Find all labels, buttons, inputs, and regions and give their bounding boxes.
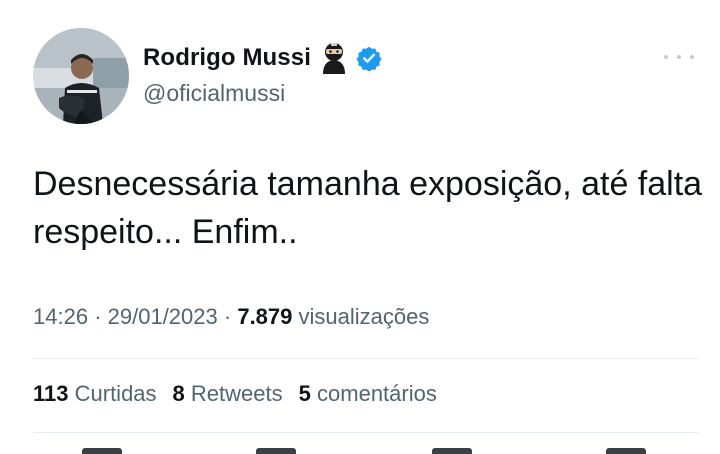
author-handle[interactable]: @oficialmussi [143, 80, 285, 107]
views-count: 7.879 [237, 304, 293, 329]
share-icon[interactable] [606, 448, 646, 454]
avatar[interactable] [33, 28, 129, 124]
display-name[interactable]: Rodrigo Mussi [143, 44, 311, 72]
retweets-count: 8 [172, 381, 185, 406]
comments-count: 5 [298, 381, 311, 406]
likes-label: Curtidas [74, 381, 157, 406]
like-icon[interactable] [432, 448, 472, 454]
likes-stat[interactable]: 113 Curtidas [33, 381, 157, 407]
retweets-label: Retweets [190, 381, 283, 406]
tweet-metadata: 14:26 · 29/01/2023 · 7.879 visualizações [33, 304, 429, 330]
engagement-stats: 113 Curtidas 8 Retweets 5 comentários [33, 381, 437, 407]
comments-stat[interactable]: 5 comentários [299, 381, 437, 407]
meta-separator: · [94, 304, 102, 329]
meta-separator: · [223, 304, 232, 329]
retweets-stat[interactable]: 8 Retweets [173, 381, 283, 407]
tweet-text: Desnecessária tamanha exposição, até fal… [33, 165, 703, 251]
tweet-time[interactable]: 14:26 [33, 304, 88, 329]
retweet-icon[interactable] [256, 448, 296, 454]
author-name-row: Rodrigo Mussi [143, 40, 382, 76]
likes-count: 113 [33, 381, 69, 406]
verified-badge-icon [356, 45, 382, 72]
action-bar [0, 446, 720, 454]
divider [33, 432, 698, 433]
views-label: visualizações [298, 304, 430, 329]
more-options-icon[interactable] [664, 52, 694, 62]
divider [33, 358, 698, 359]
avatar-photo [33, 28, 129, 124]
ninja-emoji-icon [317, 41, 351, 75]
reply-icon[interactable] [82, 448, 122, 454]
tweet-date[interactable]: 29/01/2023 [108, 304, 218, 329]
comments-label: comentários [317, 381, 437, 406]
